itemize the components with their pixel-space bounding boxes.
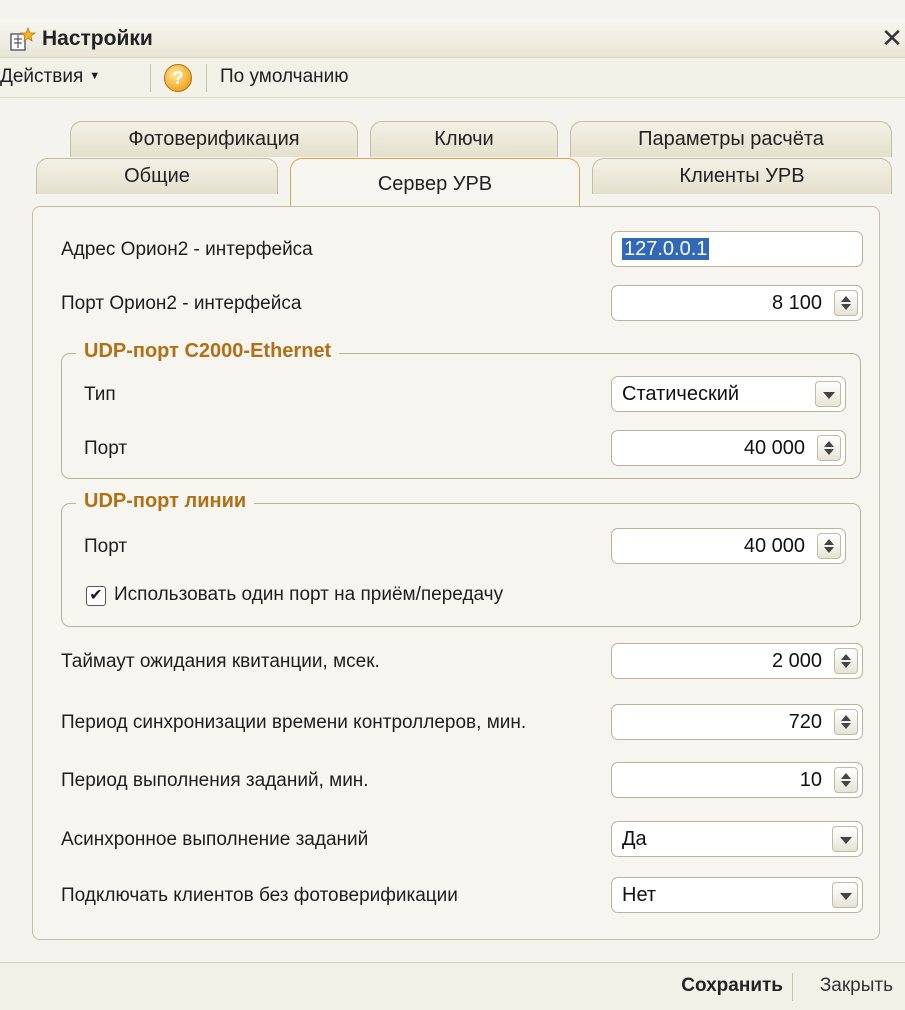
spin-arrows-icon[interactable]	[834, 290, 858, 316]
single-port-checkbox-label: Использовать один порт на приём/передачу	[114, 584, 504, 605]
port-value: 8 100	[771, 292, 822, 314]
udp-ethernet-group-title: UDP-порт С2000-Ethernet	[76, 340, 340, 363]
urv-server-panel: Адрес Орион2 - интерфейса 127.0.0.1 Порт…	[32, 206, 880, 940]
sync-period-value: 720	[788, 711, 822, 733]
async-tasks-value: Да	[622, 828, 647, 850]
timeout-stepper[interactable]: 2 000	[611, 643, 863, 679]
udp-ethernet-group: UDP-порт С2000-Ethernet Тип Статический …	[61, 340, 861, 479]
udp-line-group: UDP-порт линии Порт 40 000 ✔ Использоват…	[61, 490, 861, 627]
async-tasks-label: Асинхронное выполнение заданий	[61, 829, 369, 850]
sync-period-stepper[interactable]: 720	[611, 704, 863, 740]
sync-period-label: Период синхронизации времени контроллеро…	[61, 712, 527, 733]
port-label: Порт Орион2 - интерфейса	[61, 293, 302, 314]
toolbar: Действия ▼ ? По умолчанию	[0, 58, 905, 98]
timeout-label: Таймаут ожидания квитанции, мсек.	[61, 651, 380, 672]
line-port-stepper[interactable]: 40 000	[611, 528, 846, 564]
address-input[interactable]: 127.0.0.1	[611, 231, 863, 267]
ethernet-port-value: 40 000	[743, 437, 805, 459]
async-tasks-select[interactable]: Да	[611, 821, 863, 857]
default-button[interactable]: По умолчанию	[220, 66, 349, 88]
actions-menu-button[interactable]: Действия ▼	[0, 66, 100, 88]
title-bar: Настройки ✕	[0, 20, 905, 58]
clients-without-photo-label: Подключать клиентов без фотоверификации	[61, 885, 458, 906]
address-value: 127.0.0.1	[622, 238, 710, 260]
line-port-label: Порт	[84, 536, 128, 557]
tab-calc-params[interactable]: Параметры расчёта	[570, 121, 892, 157]
tasks-period-label: Период выполнения заданий, мин.	[61, 770, 369, 791]
tab-general[interactable]: Общие	[36, 158, 278, 194]
clients-without-photo-select[interactable]: Нет	[611, 877, 863, 913]
close-button[interactable]: Закрыть	[820, 975, 893, 997]
chevron-down-icon[interactable]	[832, 826, 858, 852]
toolbar-separator	[150, 64, 151, 92]
line-port-value: 40 000	[743, 535, 805, 557]
type-label: Тип	[84, 384, 116, 405]
footer-separator	[792, 973, 793, 1001]
toolbar-separator	[206, 64, 207, 92]
ethernet-port-label: Порт	[84, 438, 128, 459]
footer-bar: Сохранить Закрыть	[0, 962, 905, 1010]
spin-arrows-icon[interactable]	[834, 767, 858, 793]
chevron-down-icon: ▼	[89, 70, 101, 82]
timeout-value: 2 000	[771, 650, 822, 672]
single-port-checkbox[interactable]: ✔	[86, 586, 106, 606]
chevron-down-icon[interactable]	[832, 882, 858, 908]
close-window-button[interactable]: ✕	[879, 24, 905, 54]
spin-arrows-icon[interactable]	[834, 648, 858, 674]
spin-arrows-icon[interactable]	[817, 533, 841, 559]
window-title: Настройки	[42, 27, 153, 50]
port-stepper[interactable]: 8 100	[611, 285, 863, 321]
spin-arrows-icon[interactable]	[817, 435, 841, 461]
chevron-down-icon[interactable]	[815, 381, 841, 407]
tab-urv-server[interactable]: Сервер УРВ	[290, 158, 580, 206]
tasks-period-stepper[interactable]: 10	[611, 762, 863, 798]
type-select[interactable]: Статический	[611, 376, 846, 412]
clients-without-photo-value: Нет	[622, 884, 657, 906]
actions-menu-label: Действия	[0, 66, 84, 87]
tab-photoverification[interactable]: Фотоверификация	[70, 121, 358, 157]
tab-keys[interactable]: Ключи	[370, 121, 558, 157]
type-value: Статический	[622, 383, 740, 405]
udp-line-group-title: UDP-порт линии	[76, 490, 255, 513]
settings-doc-icon	[10, 26, 36, 51]
tasks-period-value: 10	[799, 769, 822, 791]
tab-urv-clients[interactable]: Клиенты УРВ	[592, 158, 892, 194]
spin-arrows-icon[interactable]	[834, 709, 858, 735]
help-icon[interactable]: ?	[164, 64, 192, 92]
ethernet-port-stepper[interactable]: 40 000	[611, 430, 846, 466]
save-button[interactable]: Сохранить	[681, 975, 783, 997]
address-label: Адрес Орион2 - интерфейса	[61, 239, 313, 260]
settings-window: Настройки ✕ Действия ▼ ? По умолчанию Фот…	[0, 0, 905, 1010]
